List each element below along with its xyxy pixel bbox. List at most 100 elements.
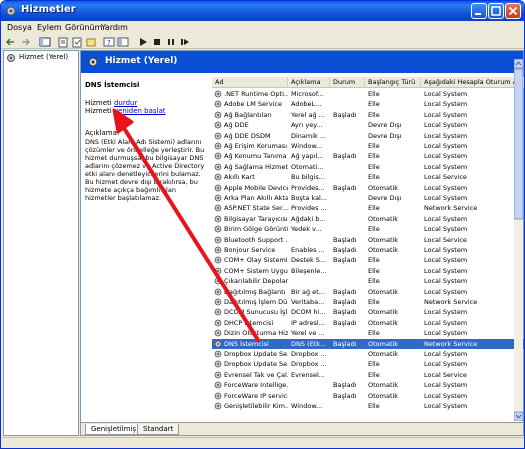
column-header-logon[interactable]: Aşağıdaki Hesapla Oturum Açın xyxy=(421,78,524,88)
column-header-description[interactable]: Açıklama xyxy=(288,78,330,88)
menu-action[interactable]: Eylem xyxy=(37,23,62,32)
table-row[interactable]: Akıllı Kart Bu bilgis... Elle Local Service xyxy=(212,172,524,182)
cell-startup: Otomatik xyxy=(368,391,399,400)
cell-startup: Elle xyxy=(368,256,380,265)
table-row[interactable]: ForceWare IP service Başladı Otomatik Local… xyxy=(212,391,524,401)
cell-logon: Local System xyxy=(424,402,468,410)
menu-view[interactable]: Görünüm xyxy=(65,23,102,32)
table-row[interactable]: Dağıtılmış Bağlantı İ...Bir ağ et... Başl… xyxy=(212,287,524,297)
properties-icon[interactable] xyxy=(57,36,69,48)
scrollbar-graphic xyxy=(513,58,524,422)
table-row[interactable]: Dağıtılmış İşlem Dü... Veritaba... Başladı… xyxy=(212,297,524,307)
table-row[interactable]: DHCP İstemcisi IP adresl... Başladı Otomati… xyxy=(212,318,524,328)
table-row[interactable]: DNS İstemcisi DNS (Etk... Başladı Otomatik N… xyxy=(212,338,524,349)
help-icon[interactable]: ? xyxy=(103,36,115,48)
cell-status xyxy=(333,204,365,213)
vertical-scrollbar[interactable] xyxy=(513,58,524,422)
refresh-icon[interactable] xyxy=(71,36,83,48)
cell-name: Dizin Oluşturma Hiz... xyxy=(224,329,288,338)
table-row[interactable]: Ağ Sağlama Hizmeti Otomati... Elle Local Sy… xyxy=(212,162,524,172)
table-row[interactable]: COM+ Sistem Uygu... Bileşenle... Elle Local… xyxy=(212,266,524,276)
cell-logon: Local System xyxy=(424,214,468,223)
cell-startup: Otomatik xyxy=(368,350,399,358)
cell-status xyxy=(333,90,365,99)
table-row[interactable]: Arka Plan Akıllı Akta...Boşta kal... Devr… xyxy=(212,193,524,203)
cell-logon: Local System xyxy=(424,329,468,338)
table-row[interactable]: Dropbox Update Se... Dropbox ... Elle Local… xyxy=(212,359,524,369)
gear-icon xyxy=(214,246,222,254)
gear-icon xyxy=(214,163,222,171)
cell-desc: Provides... xyxy=(291,183,325,192)
cell-startup: Otomatik xyxy=(368,287,399,296)
cell-logon: Local System xyxy=(424,391,468,400)
cell-logon: Local System xyxy=(424,225,468,234)
cell-logon: Local System xyxy=(424,350,468,358)
stop-service-icon[interactable] xyxy=(151,36,163,48)
table-row[interactable]: Çıkarılabilir Depolan... Elle Local System xyxy=(212,276,524,286)
column-header-status[interactable]: Durum xyxy=(330,78,365,88)
table-row[interactable]: Birim Gölge GörüntüsüYedek v... Elle Local… xyxy=(212,224,524,234)
menu-file[interactable]: Dosya xyxy=(7,23,32,32)
cell-status xyxy=(333,121,365,130)
table-row[interactable]: Apple Mobile Device Provides... Başladı Oto… xyxy=(212,183,524,193)
menu-help[interactable]: Yardım xyxy=(101,23,128,32)
cell-status xyxy=(333,142,365,151)
cell-startup: Devre Dışı xyxy=(368,121,402,130)
pane-header: Hizmet (Yerel) xyxy=(81,51,523,73)
cell-status xyxy=(333,225,365,234)
cell-desc: Ağdaki b... xyxy=(291,214,326,223)
table-row[interactable]: Ağ Konumu Tanıma ... Ağ yapıl... Başladı El… xyxy=(212,151,524,161)
gear-icon xyxy=(214,142,222,150)
cell-startup: Devre Dışı xyxy=(368,131,402,140)
gear-icon xyxy=(214,90,222,98)
table-row[interactable]: Ağ Bağlantıları Yerel ağ ... Başladı Elle Lo… xyxy=(212,110,524,120)
cell-startup: Elle xyxy=(368,266,380,275)
cell-startup: Elle xyxy=(368,173,380,182)
column-header-name[interactable]: Ad xyxy=(212,78,288,88)
maximize-button[interactable] xyxy=(488,3,504,19)
tab-standard[interactable]: Standart xyxy=(137,424,180,435)
column-header-startup[interactable]: Başlangıç Türü xyxy=(365,78,421,88)
minimize-button[interactable] xyxy=(471,3,487,19)
table-row[interactable]: .NET Runtime Opti... Microsof... Elle Local… xyxy=(212,89,524,99)
pause-service-icon[interactable] xyxy=(165,36,177,48)
stop-service-link[interactable]: durdur xyxy=(114,99,137,107)
table-row[interactable]: Evrensel Tak ve Çal... Evrensel... Elle Loc… xyxy=(212,370,524,380)
close-button[interactable] xyxy=(505,3,521,19)
gear-icon xyxy=(214,277,222,285)
cell-startup: Otomatik xyxy=(368,183,399,192)
view-icon[interactable] xyxy=(117,36,129,48)
table-row[interactable]: ForceWare Intellige... Başladı Otomatik Loc… xyxy=(212,380,524,390)
restart-service-link[interactable]: yeniden başlat xyxy=(114,107,166,115)
cell-name: ForceWare IP service xyxy=(224,391,288,400)
table-row[interactable]: Dizin Oluşturma Hiz... Yerel ve ... Elle Lo… xyxy=(212,328,524,338)
table-row[interactable]: Bonjour Service Enables ... Başladı Otomati… xyxy=(212,245,524,255)
start-service-icon[interactable] xyxy=(137,36,149,48)
gear-icon xyxy=(214,132,222,139)
table-row[interactable]: Ağ DDE Ayrı yey... Devre Dışı Local System xyxy=(212,120,524,130)
table-row[interactable]: Genişletilebilir Kim... Window... Elle Loca… xyxy=(212,401,524,411)
cell-desc: DNS (Etk... xyxy=(291,339,327,348)
console-tree-icon[interactable] xyxy=(39,36,51,48)
table-row[interactable]: Bluetooth Support ... Başladı Otomatik Loca… xyxy=(212,235,524,245)
back-icon[interactable] xyxy=(5,36,17,48)
table-row[interactable]: Bilgisayar Tarayıcısı Ağdaki b... Otomatik… xyxy=(212,214,524,224)
table-row[interactable]: COM+ Olay Sistemi Destek S... Başladı Elle L… xyxy=(212,255,524,265)
table-row[interactable]: Dropbox Update Se... Dropbox ... Otomatik L… xyxy=(212,349,524,359)
gear-icon xyxy=(214,340,222,347)
table-row[interactable]: ASP.NET State Ser... Provides ... Elle Netw… xyxy=(212,203,524,213)
table-row[interactable]: Ağ DDE DSDM Dinamik ... Devre Dışı Local Sy… xyxy=(212,131,524,141)
export-list-icon[interactable] xyxy=(85,36,97,48)
table-row[interactable]: Adobe LM Service AdobeL... Elle Local Syste… xyxy=(212,99,524,109)
cell-logon: Local System xyxy=(424,256,468,265)
cell-desc: Window... xyxy=(291,402,323,410)
console-tree: Hizmet (Yerel) xyxy=(3,50,79,436)
cell-startup: Devre Dışı xyxy=(368,194,402,202)
forward-icon[interactable] xyxy=(19,36,31,48)
table-row[interactable]: Ağ Erişim Koruması ...Window... Elle Local… xyxy=(212,141,524,151)
tab-extended[interactable]: Genişletilmiş xyxy=(85,424,143,435)
table-row[interactable]: DCOM Sunucusu İşl... DCOM hi... Başladı Oto… xyxy=(212,307,524,317)
cell-desc: Window... xyxy=(291,142,323,150)
restart-service-icon[interactable] xyxy=(179,36,191,48)
title-bar[interactable]: Hizmetler xyxy=(1,1,524,21)
